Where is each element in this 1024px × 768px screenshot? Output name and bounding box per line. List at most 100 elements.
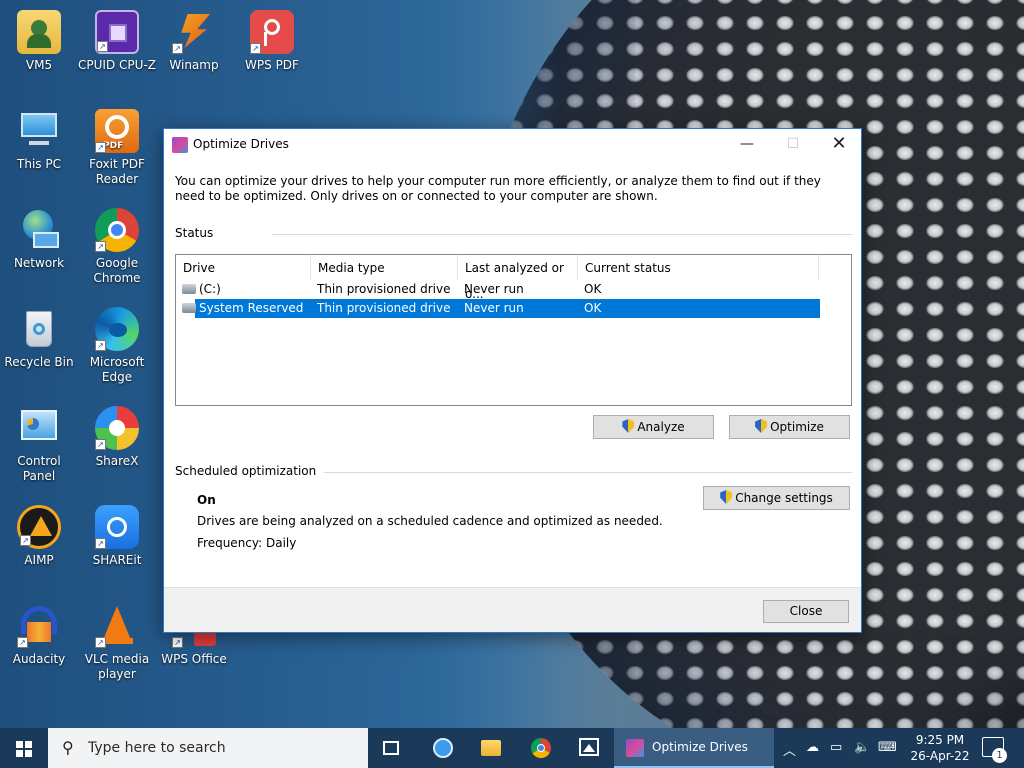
analyze-button[interactable]: Analyze — [593, 415, 714, 439]
drive-name: System Reserved — [199, 301, 304, 315]
shortcut-arrow-icon: ↗ — [95, 538, 106, 549]
desktop-icon-vm5[interactable]: VM5 — [0, 10, 78, 73]
status-section-label: Status — [175, 226, 214, 240]
network-tray-icon[interactable]: ☁ — [806, 740, 819, 755]
shortcut-arrow-icon: ↗ — [172, 637, 183, 648]
search-icon: ⚲ — [62, 738, 74, 757]
optimize-button-label: Optimize — [770, 420, 824, 434]
close-window-button[interactable]: ✕ — [816, 129, 862, 159]
folder-person-icon — [17, 10, 61, 54]
desktop-icon-recycle-bin[interactable]: Recycle Bin — [0, 307, 78, 370]
drive-status: OK — [584, 282, 602, 296]
column-header-last-analyzed[interactable]: Last analyzed or o... — [458, 255, 578, 301]
edge-icon: ↗ — [95, 307, 139, 351]
chrome-icon: ↗ — [95, 208, 139, 252]
desktop-icon-label: Foxit PDF Reader — [89, 157, 145, 186]
desktop-icon-this-pc[interactable]: This PC — [0, 109, 78, 172]
desktop-icon-label: CPUID CPU-Z — [78, 58, 156, 72]
taskbar-file-explorer[interactable] — [468, 728, 514, 768]
drive-row-system-reserved[interactable]: System Reserved Thin provisioned drive N… — [195, 299, 820, 318]
task-view-button[interactable] — [368, 728, 414, 768]
show-hidden-icons-chevron-icon[interactable]: ︿ — [783, 740, 796, 759]
shortcut-arrow-icon: ↗ — [20, 535, 31, 546]
desktop-icon-sharex[interactable]: ↗ ShareX — [78, 406, 156, 469]
drive-row-c[interactable]: (C:) Thin provisioned drive Never run OK — [180, 280, 820, 299]
drive-list[interactable]: Drive Media type Last analyzed or o... C… — [175, 254, 852, 406]
desktop-icon-network[interactable]: Network — [0, 208, 78, 271]
taskbar-chrome[interactable] — [518, 728, 564, 768]
recycle-bin-icon — [17, 307, 61, 351]
drive-last-analyzed: Never run — [464, 282, 524, 296]
desktop-icon-wps-pdf[interactable]: ↗ WPS PDF — [233, 10, 311, 73]
clock-date: 26-Apr-22 — [910, 749, 970, 763]
vlc-icon: ↗ — [95, 604, 139, 648]
shortcut-arrow-icon: ↗ — [95, 142, 106, 153]
maximize-icon: ☐ — [786, 136, 800, 152]
wps-pdf-icon: ↗ — [250, 10, 294, 54]
desktop-icon-edge[interactable]: ↗ Microsoft Edge — [78, 307, 156, 385]
control-panel-icon — [17, 406, 61, 450]
taskbar-sync-app[interactable] — [420, 728, 466, 768]
taskbar: ⚲ Type here to search Optimize Drives ︿ … — [0, 728, 1024, 768]
keyboard-icon[interactable]: ⌨ — [878, 740, 897, 755]
taskbar-search-box[interactable]: ⚲ Type here to search — [48, 728, 368, 768]
schedule-state: On — [197, 493, 216, 507]
desktop-icon-label: Control Panel — [17, 454, 61, 483]
taskbar-photos[interactable] — [566, 728, 612, 768]
close-icon: ✕ — [831, 133, 847, 154]
start-button[interactable] — [0, 728, 48, 768]
volume-icon[interactable]: 🔈 — [854, 740, 870, 755]
folder-icon — [481, 740, 501, 756]
shortcut-arrow-icon: ↗ — [95, 241, 106, 252]
desktop-icon-vlc[interactable]: ↗ VLC media player — [78, 604, 156, 682]
uac-shield-icon — [755, 419, 768, 433]
window-title: Optimize Drives — [193, 137, 289, 151]
desktop-icon-chrome[interactable]: ↗ Google Chrome — [78, 208, 156, 286]
clock[interactable]: 9:25 PM 26-Apr-22 — [905, 732, 975, 764]
desktop-icon-label: ShareX — [95, 454, 139, 468]
close-button[interactable]: Close — [763, 600, 849, 623]
uac-shield-icon — [720, 490, 733, 504]
optimize-button[interactable]: Optimize — [729, 415, 850, 439]
desktop-icon-label: This PC — [17, 157, 61, 171]
shortcut-arrow-icon: ↗ — [95, 340, 106, 351]
shareit-icon: ↗ — [95, 505, 139, 549]
analyze-button-label: Analyze — [637, 420, 685, 434]
column-header-current-status[interactable]: Current status — [578, 255, 819, 281]
desktop-icon-label: SHAREit — [92, 553, 142, 567]
desktop-icon-winamp[interactable]: ↗ Winamp — [155, 10, 233, 73]
shortcut-arrow-icon: ↗ — [250, 43, 261, 54]
drive-name: (C:) — [199, 282, 221, 296]
defrag-app-icon — [626, 739, 644, 757]
windows-drive-icon — [182, 284, 196, 294]
shortcut-arrow-icon: ↗ — [17, 637, 28, 648]
desktop-icon-control-panel[interactable]: Control Panel — [0, 406, 78, 484]
defrag-app-icon — [172, 137, 188, 153]
cpu-z-icon: ↗ — [95, 10, 139, 54]
title-bar[interactable]: Optimize Drives — ☐ ✕ — [164, 129, 861, 160]
desktop-icon-audacity[interactable]: ↗ Audacity — [0, 604, 78, 667]
desktop-icon-label: Microsoft Edge — [89, 355, 145, 384]
taskbar-optimize-drives[interactable]: Optimize Drives — [614, 728, 774, 768]
column-header-drive[interactable]: Drive — [176, 255, 311, 281]
desktop-icon-label: VLC media player — [84, 652, 150, 681]
audacity-icon: ↗ — [17, 604, 61, 648]
minimize-button[interactable]: — — [724, 129, 770, 159]
desktop-icon-aimp[interactable]: ↗ AIMP — [0, 505, 78, 568]
drive-icon — [182, 303, 196, 313]
column-header-media-type[interactable]: Media type — [311, 255, 458, 281]
sync-app-icon — [433, 738, 453, 758]
device-tray-icon[interactable]: ▭ — [830, 740, 842, 755]
change-settings-button[interactable]: Change settings — [703, 486, 850, 510]
maximize-button: ☐ — [770, 129, 816, 159]
desktop-icon-shareit[interactable]: ↗ SHAREit — [78, 505, 156, 568]
desktop-icon-foxit[interactable]: PDF ↗ Foxit PDF Reader — [78, 109, 156, 187]
foxit-icon: PDF ↗ — [95, 109, 139, 153]
desktop-icon-cpu-z[interactable]: ↗ CPUID CPU-Z — [78, 10, 156, 73]
shortcut-arrow-icon: ↗ — [95, 637, 106, 648]
drive-media-type: Thin provisioned drive — [317, 282, 451, 296]
desktop-icon-label: Network — [13, 256, 65, 270]
schedule-frequency: Frequency: Daily — [197, 536, 297, 550]
optimize-drives-window: Optimize Drives — ☐ ✕ You can optimize y… — [163, 128, 862, 633]
search-placeholder: Type here to search — [88, 740, 226, 756]
